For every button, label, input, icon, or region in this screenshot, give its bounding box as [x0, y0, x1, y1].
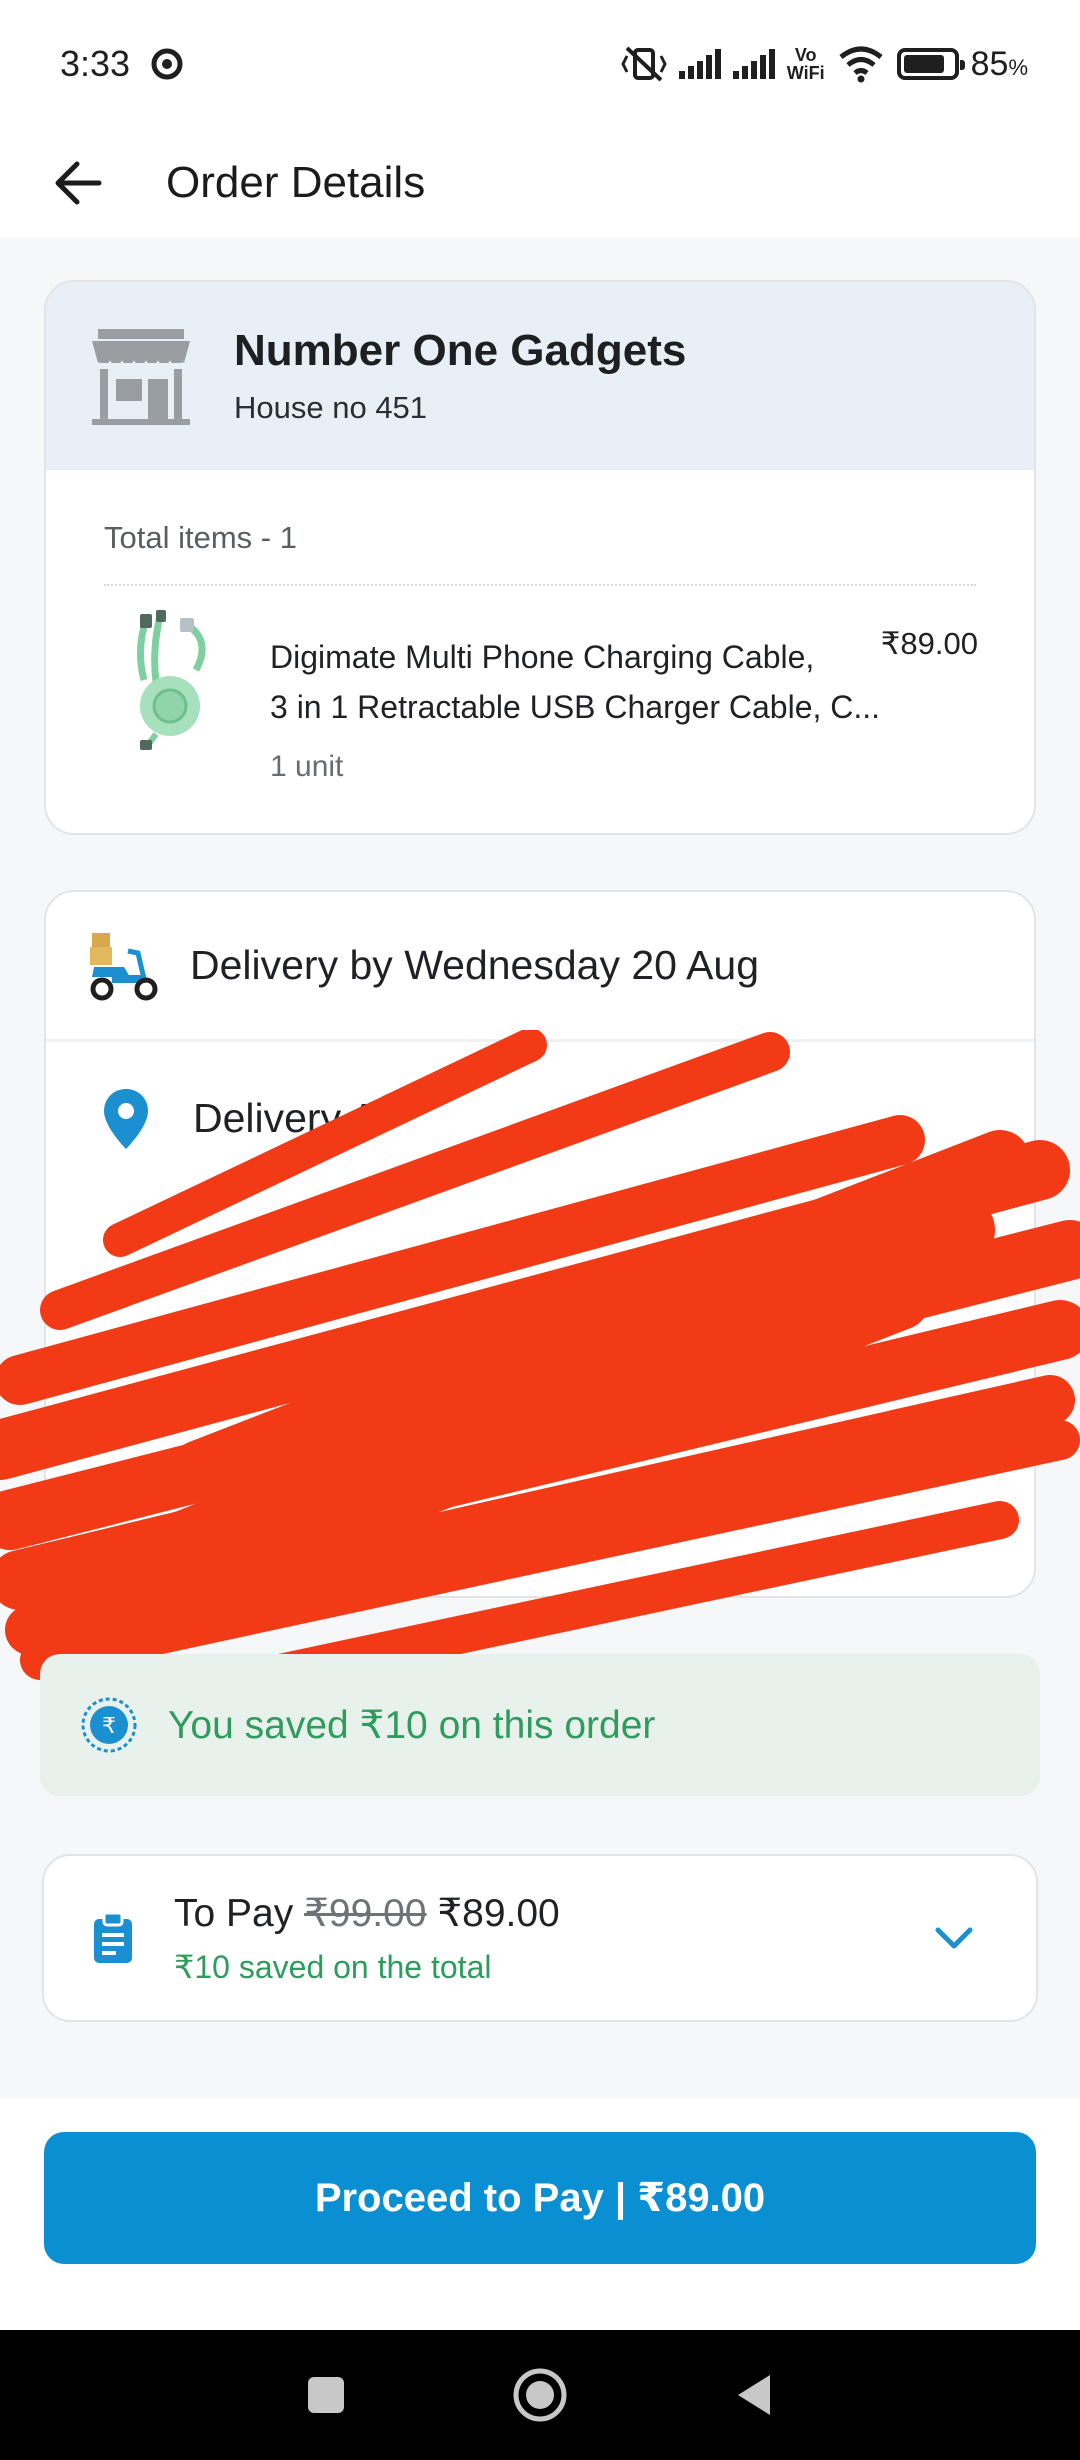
location-pin-icon — [104, 1089, 148, 1149]
delivery-date-text: Delivery by Wednesday 20 Aug — [190, 942, 759, 989]
to-pay-line: To Pay ₹99.00 ₹89.00 — [174, 1891, 560, 1936]
saved-on-total: ₹10 saved on the total — [174, 1948, 492, 1985]
delivery-card: Delivery by Wednesday 20 Aug Delivery A — [44, 890, 1036, 1598]
home-button[interactable] — [508, 2363, 572, 2427]
delivery-address-title: Delivery A — [193, 1095, 378, 1141]
delivery-date: Wednesday 20 Aug — [404, 942, 760, 988]
triangle-back-icon — [738, 2375, 770, 2415]
product-quantity: 1 unit — [270, 750, 344, 783]
total-items-label: Total items - 1 — [104, 520, 297, 555]
wifi-icon — [839, 46, 883, 83]
list-item[interactable]: Digimate Multi Phone Charging Cable, 3 i… — [46, 586, 1034, 784]
delivery-scooter-icon — [90, 932, 158, 1000]
savings-banner: ₹ You saved ₹10 on this order — [40, 1654, 1040, 1796]
clipboard-icon — [94, 1911, 132, 1963]
back-arrow-icon — [55, 161, 102, 205]
circle-icon — [513, 2368, 567, 2422]
to-pay-label: To Pay — [174, 1891, 294, 1935]
battery-percent: 85% — [970, 44, 1028, 83]
proceed-to-pay-button[interactable]: Proceed to Pay | ₹89.00 — [44, 2132, 1036, 2264]
to-pay-summary[interactable]: To Pay ₹99.00 ₹89.00 ₹10 saved on the to… — [42, 1854, 1038, 2022]
product-image — [137, 610, 206, 750]
store-icon — [92, 329, 190, 425]
chevron-down-icon[interactable] — [930, 1914, 978, 1962]
recents-button[interactable] — [294, 2363, 358, 2427]
svg-text:₹: ₹ — [102, 1714, 116, 1739]
back-button[interactable] — [28, 133, 128, 233]
signal-icon — [678, 49, 721, 79]
product-price: ₹89.00 — [880, 626, 978, 661]
vowifi-bottom-label: WiFi — [786, 63, 825, 83]
product-name-line-1: Digimate Multi Phone Charging Cable, — [270, 639, 815, 675]
store-address: House no 451 — [234, 390, 428, 425]
app-header: Order Details — [0, 128, 1080, 238]
delivery-date-row: Delivery by Wednesday 20 Aug — [46, 892, 1034, 1042]
system-nav-bar — [0, 2330, 1080, 2460]
final-price: ₹89.00 — [437, 1891, 560, 1935]
status-icons: Vo WiFi 85% — [621, 44, 1028, 84]
square-icon — [308, 2377, 344, 2413]
delivery-address-row[interactable]: Delivery A — [46, 1042, 1034, 1151]
product-name-line-2: 3 in 1 Retractable USB Charger Cable, C.… — [270, 689, 881, 725]
rupee-badge-icon: ₹ — [81, 1697, 137, 1753]
vowifi-top-label: Vo — [794, 45, 817, 65]
battery-icon — [896, 48, 965, 80]
mute-vibrate-icon — [621, 46, 667, 82]
signal-icon — [732, 49, 775, 79]
product-name: Digimate Multi Phone Charging Cable, 3 i… — [270, 632, 910, 732]
store-name: Number One Gadgets — [234, 326, 687, 375]
status-bar: 3:33 Vo WiFi 85% — [0, 0, 1080, 128]
store-header: Number One Gadgets House no 451 — [46, 282, 1034, 470]
store-card: Number One Gadgets House no 451 Total it… — [44, 280, 1036, 835]
page-title: Order Details — [166, 158, 426, 207]
status-time: 3:33 — [60, 43, 131, 84]
delivery-prefix: Delivery by — [190, 942, 393, 988]
original-price: ₹99.00 — [304, 1891, 427, 1935]
vowifi-indicator: Vo WiFi — [787, 46, 825, 82]
vpn-shield-icon — [151, 48, 183, 80]
savings-text: You saved ₹10 on this order — [168, 1703, 656, 1747]
back-nav-button[interactable] — [722, 2363, 786, 2427]
